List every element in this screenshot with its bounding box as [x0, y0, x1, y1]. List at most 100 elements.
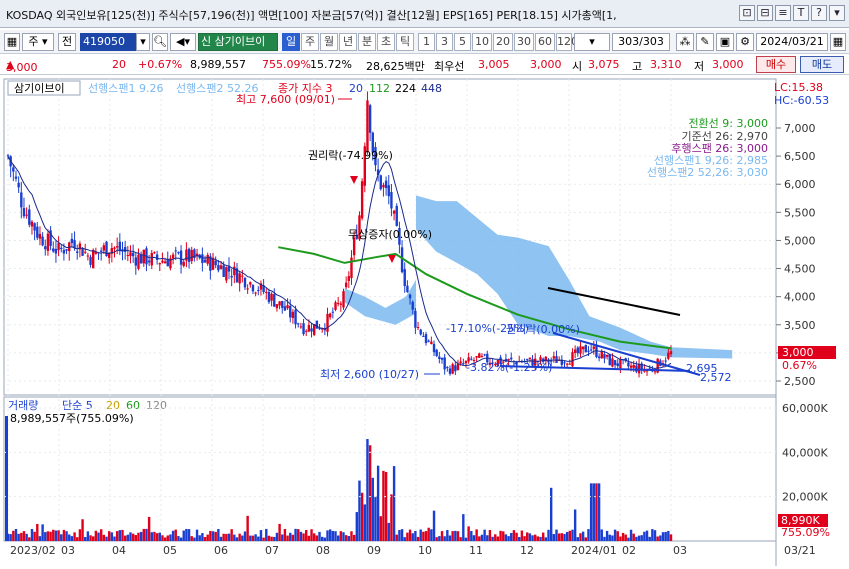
turnover-rate: 15.72%: [310, 58, 352, 71]
volume-bar: [60, 534, 63, 541]
price-tag-pct: 0.67%: [782, 359, 817, 372]
candle-body: [368, 105, 372, 133]
volume-bar: [246, 515, 249, 541]
volume-bar: [549, 487, 553, 541]
volume-bar: [616, 531, 619, 541]
candle-body: [462, 363, 465, 365]
open-price: 3,075: [588, 58, 620, 71]
custom-interval-input[interactable]: ▾: [574, 33, 610, 51]
volume-bar: [587, 529, 590, 541]
volume-bar: [432, 510, 436, 541]
volume-ma-label: 단순 5: [62, 399, 93, 412]
period-second-button[interactable]: 초: [377, 33, 395, 51]
volume-label: 거래량: [8, 399, 38, 412]
candle-body: [446, 367, 449, 369]
text-icon[interactable]: T: [793, 5, 809, 21]
speaker-icon[interactable]: ◀▾: [170, 33, 196, 51]
candle-body: [286, 305, 289, 309]
candle-body: [65, 249, 68, 251]
compare-icon[interactable]: ⁂: [676, 33, 694, 51]
volume-current: 8,989,557주(755.09%): [10, 412, 134, 425]
candle-body: [129, 252, 132, 257]
period-tick-button[interactable]: 틱: [396, 33, 414, 51]
level-2572: 2,572: [700, 371, 732, 384]
interval-button[interactable]: 10: [472, 33, 492, 51]
grid-icon[interactable]: ▦: [4, 33, 20, 51]
minimize-icon[interactable]: ⊟: [757, 5, 773, 21]
interval-button[interactable]: 20: [493, 33, 513, 51]
volume-bar: [504, 534, 508, 541]
date-axis-label: 03/21: [784, 544, 816, 557]
candle-body: [294, 309, 297, 325]
high-annotation: 최고 7,600 (09/01): [236, 93, 335, 106]
volume-bar: [659, 535, 662, 541]
date-axis-label: 08: [316, 544, 330, 557]
draw-icon[interactable]: ✎: [696, 33, 714, 51]
dropdown-icon[interactable]: ▾: [829, 5, 845, 21]
period-minute-button[interactable]: 분: [358, 33, 376, 51]
calendar-icon[interactable]: ▦: [830, 33, 846, 51]
type-select[interactable]: 주 ▾: [22, 33, 54, 51]
candle-body: [475, 356, 478, 358]
buy-button[interactable]: 매수: [756, 56, 796, 73]
volume-bar: [147, 516, 151, 541]
volume-bar: [648, 536, 651, 541]
layout-icon[interactable]: ⊡: [739, 5, 755, 21]
candle-body: [241, 275, 244, 277]
volume-bar: [336, 535, 340, 541]
volume-bar: [78, 529, 82, 541]
period-year-button[interactable]: 년: [339, 33, 357, 51]
volume-bar: [632, 533, 635, 541]
candle-body: [139, 254, 143, 264]
chevron-down-icon[interactable]: ▾: [136, 33, 150, 51]
volume-bar: [307, 535, 311, 541]
volume-bar: [557, 533, 561, 541]
volume-bar: [328, 529, 332, 541]
help-icon[interactable]: ?: [811, 5, 827, 21]
candle-body: [251, 285, 255, 292]
volume-bar: [54, 530, 58, 541]
interval-button[interactable]: 30: [514, 33, 534, 51]
candle-body: [20, 192, 23, 208]
sell-button[interactable]: 매도: [800, 56, 844, 73]
volume-bar: [462, 514, 465, 541]
jeon-button[interactable]: 전: [58, 33, 76, 51]
period-month-button[interactable]: 월: [320, 33, 338, 51]
interval-button[interactable]: 5: [454, 33, 471, 51]
candle-body: [76, 251, 79, 253]
volume-bar: [14, 528, 18, 541]
volume-bar: [440, 531, 444, 541]
volume-bar: [515, 532, 518, 541]
volume-bar: [571, 529, 574, 541]
legend-ma-224: 224: [395, 82, 416, 95]
volume-bar: [539, 536, 542, 541]
date-input[interactable]: 2024/03/21: [756, 33, 828, 51]
interval-button[interactable]: 60: [535, 33, 555, 51]
volume-bar: [430, 529, 433, 541]
volume-bar: [46, 531, 50, 541]
volume-bar: [182, 530, 185, 541]
volume-bar: [611, 535, 614, 541]
volume-bar: [339, 531, 343, 541]
gear-icon[interactable]: ⚙: [736, 33, 754, 51]
stock-code-input[interactable]: 419050: [80, 33, 136, 51]
volume-bar: [62, 529, 66, 541]
save-icon[interactable]: ▣: [716, 33, 734, 51]
interval-button[interactable]: 120: [556, 33, 578, 51]
period-day-button[interactable]: 일: [282, 33, 300, 51]
candle-body: [384, 180, 388, 189]
interval-button[interactable]: 1: [418, 33, 435, 51]
candle-body: [302, 323, 305, 335]
interval-button[interactable]: 3: [436, 33, 453, 51]
volume-bar: [259, 530, 263, 541]
stock-name-field[interactable]: 신 삼기이브이: [198, 33, 278, 51]
candle-body: [166, 259, 169, 267]
candle-body: [326, 313, 329, 332]
volume-bar: [400, 529, 404, 541]
candle-body: [283, 306, 287, 311]
volume-bar: [219, 536, 223, 541]
menu-icon[interactable]: ≡: [775, 5, 791, 21]
chart-svg[interactable]: 삼기이브이 선행스팬1 9.26 선행스팬2 52.26 종가 지수 3 20 …: [0, 76, 849, 566]
search-icon[interactable]: 🔍︎: [152, 33, 168, 51]
period-week-button[interactable]: 주: [301, 33, 319, 51]
